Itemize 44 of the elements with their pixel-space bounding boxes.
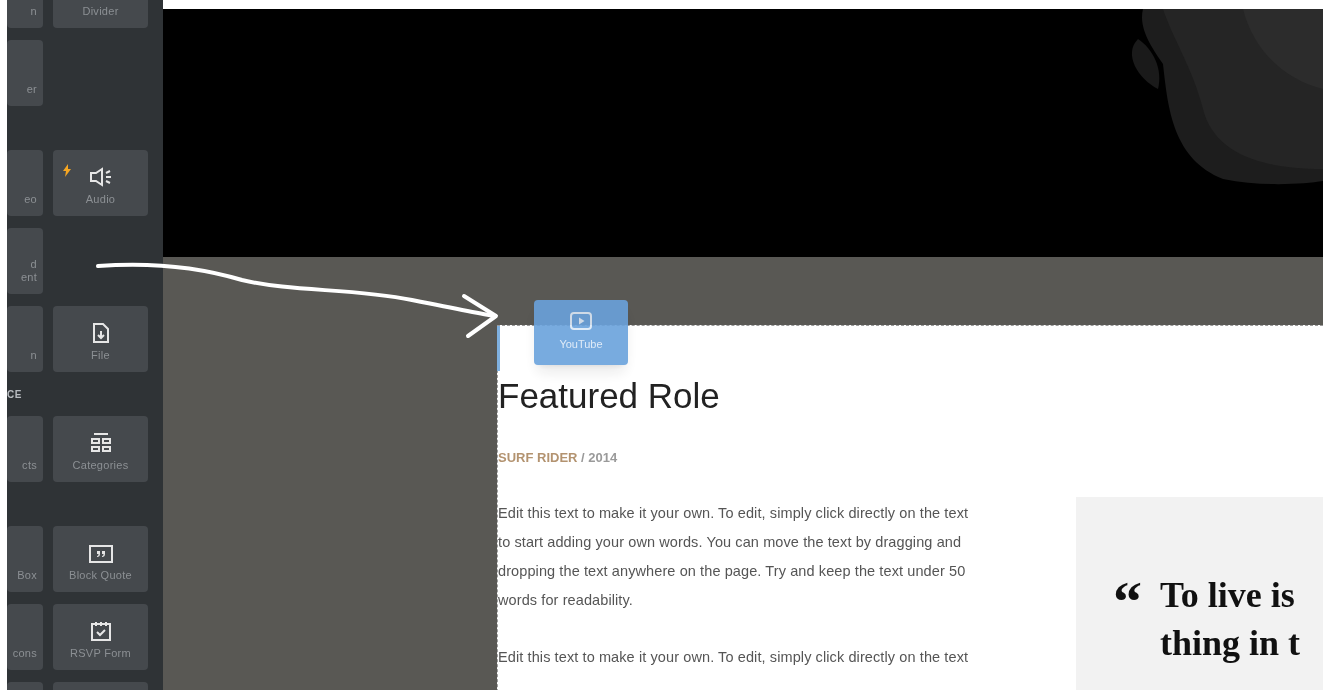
- body-paragraph: Edit this text to make it your own. To edit, simply click directly on the text to start adding your own words. You can move the text by dragging and dropping the text anywhere on the page. Try and keep the text under 50 words for readability.: [498, 503, 970, 610]
- tile-label: cons: [12, 647, 37, 660]
- widget-tile[interactable]: er: [7, 40, 43, 106]
- tile-label: Box: [17, 569, 37, 582]
- tile-label: File: [91, 349, 110, 362]
- widget-tile[interactable]: cons: [7, 604, 43, 670]
- widget-tile[interactable]: d ent: [7, 228, 43, 294]
- tile-label: n: [30, 5, 37, 18]
- widget-tile[interactable]: n: [7, 0, 43, 28]
- role-meta: SURF RIDER / 2014: [498, 449, 619, 467]
- file-download-icon: [92, 323, 109, 343]
- tile-label: Divider: [82, 5, 119, 18]
- speaker-icon: [88, 167, 113, 187]
- tile-label: er: [26, 83, 37, 96]
- widget-tile[interactable]: Box: [7, 526, 43, 592]
- tile-label: d ent: [20, 258, 37, 284]
- widget-tile[interactable]: Categories: [53, 416, 148, 482]
- quote-icon: [88, 545, 113, 563]
- categories-icon: [90, 433, 111, 453]
- youtube-drag-tile[interactable]: YouTube: [534, 300, 628, 365]
- play-icon: [570, 312, 592, 331]
- tile-label: cts: [22, 459, 37, 472]
- tile-label: Audio: [85, 193, 116, 206]
- widget-tile[interactable]: cts: [7, 416, 43, 482]
- body-paragraph: Edit this text to make it your own. To edit, simply click directly on the text: [498, 647, 970, 667]
- widget-tile[interactable]: File: [53, 306, 148, 372]
- calendar-check-icon: [90, 621, 111, 641]
- quote-mark: “: [1113, 576, 1142, 627]
- widget-tile[interactable]: Divider: [53, 0, 148, 28]
- tile-label: Block Quote: [69, 569, 132, 582]
- tile-label: YouTube: [559, 337, 603, 353]
- section-heading: Featured Role: [498, 376, 721, 416]
- widget-tile[interactable]: eo: [7, 150, 43, 216]
- drop-indicator: [497, 326, 500, 371]
- tile-label: eo: [24, 193, 37, 206]
- section-label: CE: [7, 387, 22, 402]
- tile-label: Categories: [72, 459, 129, 472]
- widget-tile[interactable]: Block Quote: [53, 526, 148, 592]
- tile-label: RSVP Form: [70, 647, 131, 660]
- widget-tile[interactable]: Audio: [53, 150, 148, 216]
- quote-text: To live is thing in t: [1160, 573, 1301, 665]
- tile-label: n: [30, 349, 37, 362]
- widget-tile[interactable]: n: [7, 306, 43, 372]
- widget-tile[interactable]: RSVP Form: [53, 604, 148, 670]
